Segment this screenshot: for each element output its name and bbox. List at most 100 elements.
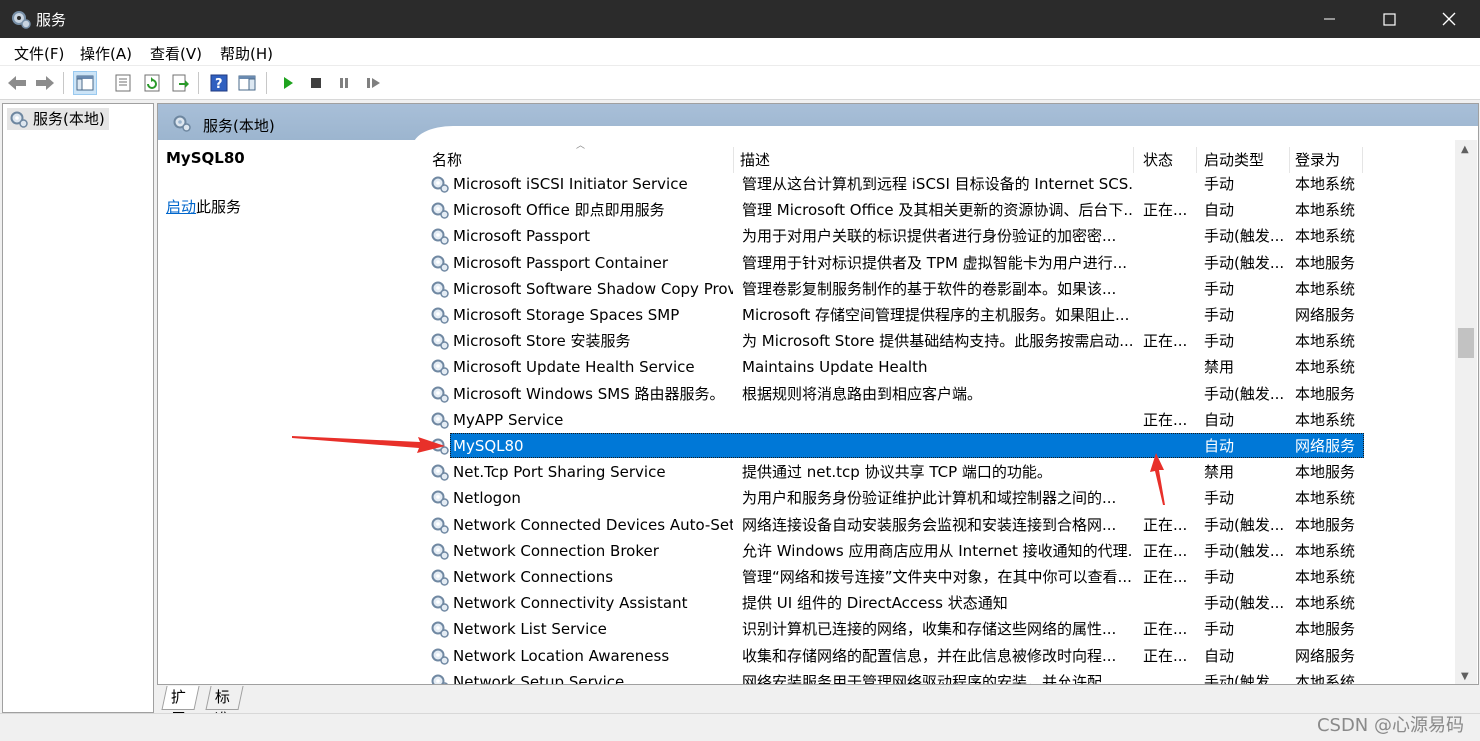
table-row[interactable]: Microsoft Store 安装服务 为 Microsoft Store 提供… [426, 328, 1364, 354]
service-description: 根据规则将消息路由到相应客户端。 [742, 384, 983, 403]
service-startup-type: 手动(触发... [1204, 541, 1285, 560]
menu-view[interactable]: 查看(V) [150, 43, 202, 64]
console-tree-icon [76, 75, 94, 91]
table-row[interactable]: Microsoft Update Health Service Maintains… [426, 354, 1364, 380]
table-row[interactable]: Net.Tcp Port Sharing Service 提供通过 net.tcp… [426, 459, 1364, 485]
start-service-button[interactable] [276, 71, 300, 95]
refresh-button[interactable] [140, 71, 164, 95]
services-gear-icon [12, 11, 31, 29]
service-name: Microsoft Update Health Service [453, 358, 695, 377]
table-row[interactable]: Microsoft Office 即点即用服务 管理 Microsoft Offi… [426, 197, 1364, 223]
service-startup-type: 禁用 [1204, 463, 1235, 482]
service-name: Network Setup Service [453, 672, 625, 685]
table-row[interactable]: Network Connection Broker 允许 Windows 应用商店… [426, 538, 1364, 564]
table-row[interactable]: Network Connected Devices Auto-Setup 网络连接… [426, 512, 1364, 538]
export-list-icon [172, 74, 189, 92]
column-header-status[interactable]: 状态 [1139, 147, 1197, 173]
maximize-button[interactable] [1366, 0, 1412, 38]
tree-node-services-local[interactable]: 服务(本地) [7, 108, 109, 130]
scroll-up-icon[interactable]: ▲ [1461, 144, 1469, 155]
restart-service-button[interactable] [362, 71, 386, 95]
show-console-tree-button[interactable] [73, 71, 97, 95]
table-row[interactable]: Network Location Awareness 收集和存储网络的配置信息，并… [426, 643, 1364, 669]
table-row[interactable]: Netlogon 为用户和服务身份验证维护此计算机和域控制器之间的... 手动 本地系… [426, 485, 1364, 511]
service-logon-as: 本地系统 [1295, 227, 1356, 246]
service-description: 允许 Windows 应用商店应用从 Internet 接收通知的代理... [742, 541, 1132, 560]
service-name: Microsoft Passport [453, 227, 590, 246]
service-gear-icon [430, 646, 450, 666]
properties-button[interactable] [111, 71, 135, 95]
svg-text:?: ? [215, 77, 223, 92]
service-startup-type: 手动(触发... [1204, 253, 1285, 272]
service-status: 正在... [1143, 201, 1188, 220]
stop-service-button[interactable] [304, 71, 328, 95]
column-header-logon-as[interactable]: 登录为 [1291, 147, 1363, 173]
service-logon-as: 本地系统 [1295, 410, 1356, 429]
menu-file[interactable]: 文件(F) [14, 43, 64, 64]
service-action: 启动此服务 [166, 196, 241, 217]
service-name: Network Connection Broker [453, 541, 659, 560]
pane-header-title: 服务(本地) [203, 117, 275, 135]
service-description: 提供 UI 组件的 DirectAccess 状态通知 [742, 594, 1008, 613]
scroll-down-icon[interactable]: ▼ [1461, 671, 1469, 682]
minimize-button[interactable] [1306, 0, 1352, 38]
show-action-pane-button[interactable] [235, 71, 259, 95]
table-row[interactable]: Microsoft Passport Container 管理用于针对标识提供者及… [426, 250, 1364, 276]
vertical-scrollbar[interactable]: ▲ ▼ [1455, 140, 1477, 684]
table-row[interactable]: Network List Service 识别计算机已连接的网络，收集和存储这些网… [426, 616, 1364, 642]
help-button[interactable]: ? [207, 71, 231, 95]
table-row[interactable]: Microsoft Windows SMS 路由器服务。 根据规则将消息路由到相应… [426, 381, 1364, 407]
table-row[interactable]: MyAPP Service 正在... 自动 本地系统 [426, 407, 1364, 433]
service-logon-as: 本地系统 [1295, 568, 1356, 586]
service-logon-as: 本地系统 [1295, 201, 1356, 220]
service-logon-as: 本地系统 [1295, 332, 1356, 351]
table-row[interactable]: Network Connections 管理“网络和拨号连接”文件夹中对象，在其中… [426, 564, 1364, 590]
service-status: 正在... [1143, 410, 1188, 429]
column-header-description[interactable]: 描述 [736, 147, 1134, 173]
menu-action[interactable]: 操作(A) [80, 43, 132, 64]
close-icon [1442, 12, 1456, 26]
service-description: 管理卷影复制服务制作的基于软件的卷影副本。如果该... [742, 279, 1117, 298]
service-logon-as: 本地服务 [1295, 620, 1356, 639]
column-header-startup-type[interactable]: 启动类型 [1200, 147, 1290, 173]
forward-button[interactable] [33, 71, 57, 95]
service-description: 提供通过 net.tcp 协议共享 TCP 端口的功能。 [742, 463, 1052, 482]
table-row[interactable]: Microsoft Software Shadow Copy Provi... 管… [426, 276, 1364, 302]
service-logon-as: 本地系统 [1295, 489, 1356, 508]
service-gear-icon [430, 226, 450, 246]
service-startup-type: 自动 [1204, 410, 1235, 429]
maximize-icon [1383, 13, 1396, 26]
watermark: CSDN @心源易码 [1316, 715, 1464, 736]
service-name: Network List Service [453, 620, 607, 639]
back-button[interactable] [5, 71, 29, 95]
service-name: Network Location Awareness [453, 646, 670, 665]
services-gear-icon [173, 115, 191, 132]
play-icon [284, 77, 293, 89]
column-header-name[interactable]: 名称 [428, 147, 734, 173]
table-row[interactable]: Microsoft iSCSI Initiator Service 管理从这台计算… [426, 171, 1364, 197]
service-startup-type: 手动 [1204, 568, 1235, 586]
pause-service-button[interactable] [332, 71, 356, 95]
table-row[interactable]: Network Connectivity Assistant 提供 UI 组件的 … [426, 590, 1364, 616]
table-row[interactable]: Microsoft Storage Spaces SMP Microsoft 存储… [426, 302, 1364, 328]
table-row[interactable]: MySQL80 自动 网络服务 [426, 433, 1364, 459]
scrollbar-thumb[interactable] [1458, 328, 1474, 358]
service-logon-as: 本地系统 [1295, 279, 1356, 298]
service-description: 收集和存储网络的配置信息，并在此信息被修改时向程... [742, 646, 1117, 665]
tab-standard[interactable]: 标准 [205, 686, 244, 728]
export-list-button[interactable] [168, 71, 192, 95]
restart-icon [367, 78, 380, 88]
service-gear-icon [430, 357, 450, 377]
service-description: 管理 Microsoft Office 及其相关更新的资源协调、后台下... [742, 201, 1132, 220]
pause-icon [340, 78, 348, 88]
service-name: Microsoft Store 安装服务 [453, 332, 631, 351]
table-row[interactable]: Network Setup Service 网络安装服务用于管理网络驱动程序的安装… [426, 669, 1364, 685]
service-name: Network Connections [453, 568, 614, 586]
services-pane: 服务(本地) MySQL80 启动此服务 ︿ 名称 描述 状态 启动类型 登录为… [157, 103, 1479, 685]
menu-help[interactable]: 帮助(H) [220, 43, 273, 64]
close-button[interactable] [1426, 0, 1472, 38]
table-row[interactable]: Microsoft Passport 为用于对用户关联的标识提供者进行身份验证的加… [426, 223, 1364, 249]
service-name: MySQL80 [453, 437, 524, 455]
start-service-link[interactable]: 启动 [166, 198, 196, 216]
tab-extended[interactable]: 扩展 [161, 686, 200, 728]
